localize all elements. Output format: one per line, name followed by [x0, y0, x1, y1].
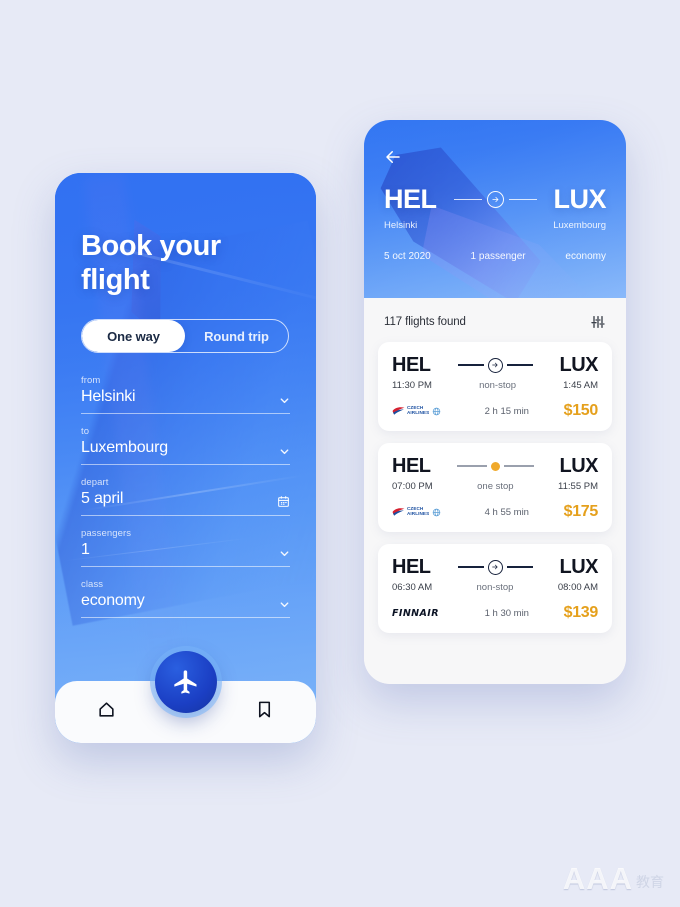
field-class-label: class — [81, 579, 104, 591]
flight-stops: one stop — [477, 481, 514, 492]
meta-date[interactable]: 5 oct 2020 — [384, 251, 431, 262]
field-to-label: to — [81, 426, 90, 438]
route-origin-city: Helsinki — [384, 220, 418, 231]
page-title: Book your flight — [81, 230, 221, 297]
route-cities: Helsinki Luxembourg — [384, 220, 606, 231]
flight-price: $175 — [563, 503, 599, 520]
flight-price: $139 — [563, 604, 599, 621]
trip-type-round-trip[interactable]: Round trip — [185, 320, 288, 352]
trip-type-toggle[interactable]: One way Round trip — [81, 319, 289, 354]
watermark-text: AAA — [562, 860, 633, 896]
field-to[interactable]: to Luxembourg — [81, 426, 290, 466]
field-depart-label: depart — [81, 477, 109, 489]
meta-class[interactable]: economy — [565, 251, 606, 262]
arrow-right-circle-icon — [486, 191, 504, 208]
flight-card[interactable]: HEL LUX 07:00 PM one stop 11:55 PM CZECH… — [378, 443, 612, 532]
results-header-banner: HEL LUX Helsinki Luxembourg 5 oct 2020 1… — [364, 120, 626, 298]
field-from[interactable]: from Helsinki — [81, 375, 290, 415]
field-passengers-label: passengers — [81, 528, 132, 540]
flight-route-indicator — [431, 357, 560, 373]
flight-origin-code: HEL — [392, 455, 431, 477]
results-list: 117 flights found HEL LUX 11:30 PM non-s… — [364, 298, 626, 684]
flight-route-indicator — [431, 461, 560, 471]
flight-depart-time: 07:00 PM — [392, 481, 433, 492]
flight-destination-code: LUX — [559, 556, 599, 578]
calendar-icon[interactable] — [277, 495, 290, 508]
field-passengers[interactable]: passengers 1 — [81, 528, 290, 568]
meta-passengers[interactable]: 1 passenger — [471, 251, 526, 262]
flight-destination-code: LUX — [559, 455, 599, 477]
trip-type-one-way[interactable]: One way — [82, 320, 185, 353]
field-depart[interactable]: depart 5 april — [81, 477, 290, 517]
flight-origin-code: HEL — [392, 354, 431, 376]
stop-dot-icon — [490, 461, 500, 471]
field-from-value: Helsinki — [81, 388, 136, 406]
flight-origin-code: HEL — [392, 556, 431, 578]
results-count-label: 117 flights found — [384, 316, 466, 328]
flight-duration: 2 h 15 min — [484, 405, 529, 417]
search-flights-fab[interactable] — [154, 651, 217, 713]
flight-stops: non-stop — [479, 380, 517, 391]
czech-airlines-logo: CZECH AIRLINES — [392, 404, 450, 419]
field-passengers-value: 1 — [81, 541, 90, 559]
finnair-wordmark: FINNAIR — [392, 607, 439, 619]
field-class-value: economy — [81, 592, 145, 610]
airplane-icon — [173, 670, 196, 694]
route-arrow — [437, 191, 554, 208]
route-destination-code: LUX — [553, 184, 607, 214]
field-from-label: from — [81, 375, 101, 387]
arrow-right-circle-icon — [487, 559, 503, 575]
field-depart-value: 5 april — [81, 490, 124, 508]
flight-stops: non-stop — [476, 582, 514, 593]
flight-route-indicator — [431, 559, 560, 575]
flight-card[interactable]: HEL LUX 11:30 PM non-stop 1:45 AM CZECH … — [378, 342, 612, 431]
route-summary: HEL LUX — [384, 186, 606, 213]
flight-arrive-time: 1:45 AM — [563, 380, 598, 391]
flight-arrive-time: 08:00 AM — [557, 582, 598, 593]
nav-home-button[interactable] — [97, 700, 116, 724]
chevron-down-icon[interactable] — [279, 395, 290, 406]
flight-duration: 4 h 55 min — [484, 506, 529, 518]
route-origin-code: HEL — [384, 184, 437, 214]
route-destination-city: Luxembourg — [553, 220, 606, 231]
watermark-subtext: 教育 — [636, 875, 664, 891]
results-count-row: 117 flights found — [364, 298, 626, 342]
chevron-down-icon[interactable] — [279, 548, 290, 559]
booking-form: from Helsinki to Luxembourg depart 5 apr… — [81, 375, 290, 619]
nav-bookmark-button[interactable] — [255, 700, 274, 724]
flight-duration: 1 h 30 min — [484, 607, 529, 619]
flight-arrive-time: 11:55 PM — [558, 481, 598, 492]
field-to-value: Luxembourg — [81, 439, 168, 457]
czech-airlines-logo: CZECH AIRLINES — [392, 505, 450, 520]
chevron-down-icon[interactable] — [279, 599, 290, 610]
finnair-logo: FINNAIR — [392, 606, 450, 621]
field-class[interactable]: class economy — [81, 579, 290, 619]
chevron-down-icon[interactable] — [279, 446, 290, 457]
flight-depart-time: 06:30 AM — [392, 582, 433, 593]
flight-card[interactable]: HEL LUX 06:30 AM non-stop 08:00 AM FINNA… — [378, 544, 612, 633]
search-meta: 5 oct 2020 1 passenger economy — [384, 251, 606, 262]
arrow-right-circle-icon — [487, 357, 503, 373]
flight-destination-code: LUX — [559, 354, 599, 376]
filter-sliders-icon[interactable] — [590, 314, 606, 330]
back-arrow-icon[interactable] — [384, 148, 402, 166]
booking-screen: Book your flight One way Round trip from… — [55, 173, 316, 743]
flight-price: $150 — [563, 402, 599, 419]
results-screen: HEL LUX Helsinki Luxembourg 5 oct 2020 1… — [364, 120, 626, 684]
watermark: AAA 教育 — [562, 860, 664, 896]
flight-depart-time: 11:30 PM — [392, 380, 432, 391]
